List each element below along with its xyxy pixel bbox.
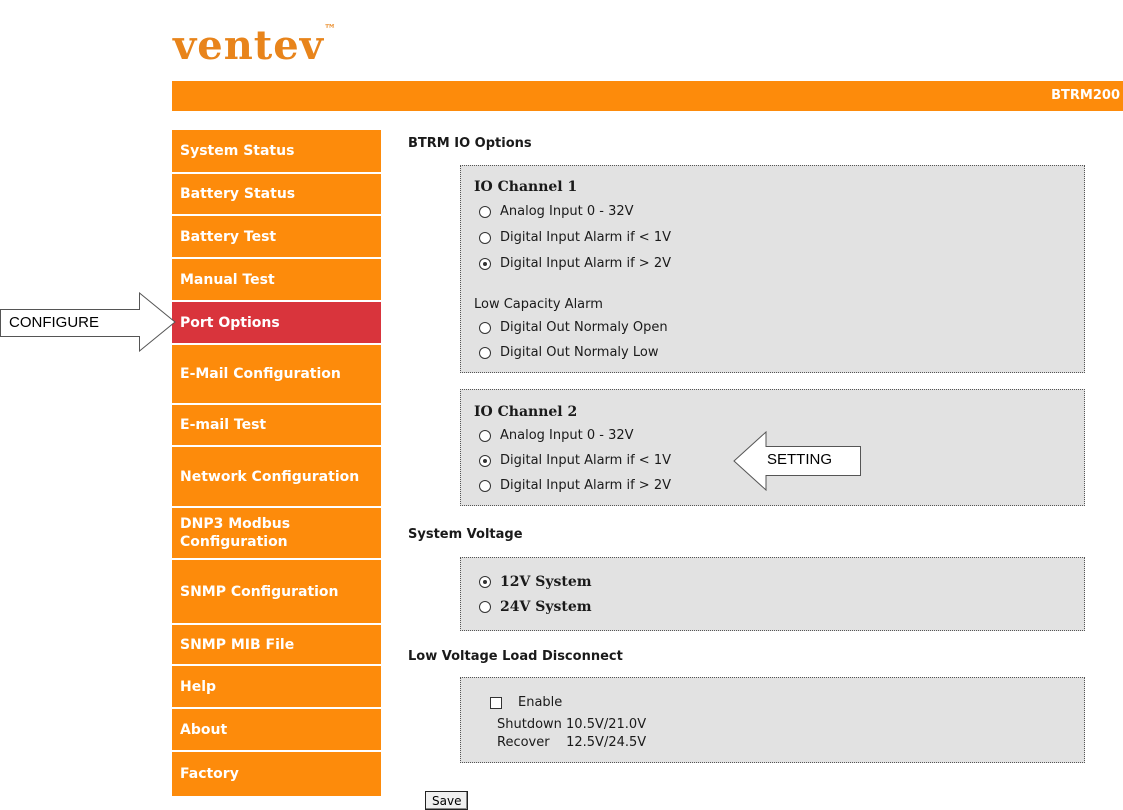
nav-help[interactable]: Help bbox=[172, 666, 381, 709]
configure-label: CONFIGURE bbox=[9, 314, 99, 331]
radio-button-selected[interactable] bbox=[479, 257, 491, 270]
voltage-option-24v[interactable]: 24V System bbox=[479, 599, 592, 615]
setting-label: SETTING bbox=[767, 451, 833, 468]
io-channel-2-title: IO Channel 2 bbox=[474, 404, 578, 420]
radio-button[interactable] bbox=[479, 231, 491, 244]
nav-battery-test[interactable]: Battery Test bbox=[172, 216, 381, 259]
configure-callout: CONFIGURE bbox=[0, 292, 176, 352]
setting-callout: SETTING bbox=[733, 431, 861, 491]
lvd-shutdown-text: Shutdown 10.5V/21.0V bbox=[497, 717, 647, 732]
ventev-logo: ventev™ bbox=[173, 22, 337, 69]
ch2-option-analog[interactable]: Analog Input 0 - 32V bbox=[479, 428, 634, 443]
nav-network-configuration[interactable]: Network Configuration bbox=[172, 447, 381, 508]
lvd-title: Low Voltage Load Disconnect bbox=[408, 649, 623, 664]
ch2-option-alarm-lt-1v[interactable]: Digital Input Alarm if < 1V bbox=[479, 453, 671, 468]
radio-button[interactable] bbox=[479, 601, 491, 613]
voltage-option-12v[interactable]: 12V System bbox=[479, 574, 592, 590]
radio-button[interactable] bbox=[479, 321, 491, 334]
lvd-recover-text: Recover 12.5V/24.5V bbox=[497, 735, 647, 750]
ch1-option-alarm-gt-2v[interactable]: Digital Input Alarm if > 2V bbox=[479, 256, 671, 271]
system-voltage-title: System Voltage bbox=[408, 527, 523, 542]
low-capacity-alarm-label: Low Capacity Alarm bbox=[474, 297, 603, 312]
radio-button[interactable] bbox=[479, 346, 491, 359]
io-channel-1-panel: IO Channel 1 Analog Input 0 - 32V Digita… bbox=[460, 165, 1085, 373]
lvd-enable-row[interactable]: Enable bbox=[490, 695, 562, 710]
radio-button-selected[interactable] bbox=[479, 454, 491, 467]
sidebar-nav: System Status Battery Status Battery Tes… bbox=[172, 130, 381, 796]
ch2-option-alarm-gt-2v[interactable]: Digital Input Alarm if > 2V bbox=[479, 478, 671, 493]
model-name: BTRM200 bbox=[1051, 88, 1120, 103]
nav-battery-status[interactable]: Battery Status bbox=[172, 174, 381, 216]
radio-button[interactable] bbox=[479, 429, 491, 442]
enable-checkbox[interactable] bbox=[490, 696, 502, 709]
alarm-option-normally-open[interactable]: Digital Out Normaly Open bbox=[479, 320, 668, 335]
radio-button[interactable] bbox=[479, 205, 491, 218]
nav-about[interactable]: About bbox=[172, 709, 381, 752]
nav-snmp-configuration[interactable]: SNMP Configuration bbox=[172, 560, 381, 625]
nav-dnp3-modbus-configuration[interactable]: DNP3 Modbus Configuration bbox=[172, 508, 381, 560]
ch1-option-analog[interactable]: Analog Input 0 - 32V bbox=[479, 204, 634, 219]
nav-email-configuration[interactable]: E-Mail Configuration bbox=[172, 345, 381, 405]
nav-port-options[interactable]: Port Options bbox=[172, 302, 381, 345]
nav-factory[interactable]: Factory bbox=[172, 752, 381, 796]
header-bar: BTRM200 bbox=[172, 81, 1123, 111]
io-channel-1-title: IO Channel 1 bbox=[474, 179, 578, 195]
io-options-title: BTRM IO Options bbox=[408, 136, 532, 151]
ch1-option-alarm-lt-1v[interactable]: Digital Input Alarm if < 1V bbox=[479, 230, 671, 245]
lvd-panel: Enable Shutdown 10.5V/21.0V Recover 12.5… bbox=[460, 677, 1085, 763]
nav-email-test[interactable]: E-mail Test bbox=[172, 405, 381, 447]
nav-snmp-mib-file[interactable]: SNMP MIB File bbox=[172, 625, 381, 666]
radio-button[interactable] bbox=[479, 479, 491, 492]
save-button[interactable]: Save bbox=[425, 791, 469, 810]
nav-manual-test[interactable]: Manual Test bbox=[172, 259, 381, 302]
radio-button-selected[interactable] bbox=[479, 576, 491, 588]
nav-system-status[interactable]: System Status bbox=[172, 130, 381, 174]
system-voltage-panel: 12V System 24V System bbox=[460, 557, 1085, 631]
alarm-option-normally-low[interactable]: Digital Out Normaly Low bbox=[479, 345, 658, 360]
